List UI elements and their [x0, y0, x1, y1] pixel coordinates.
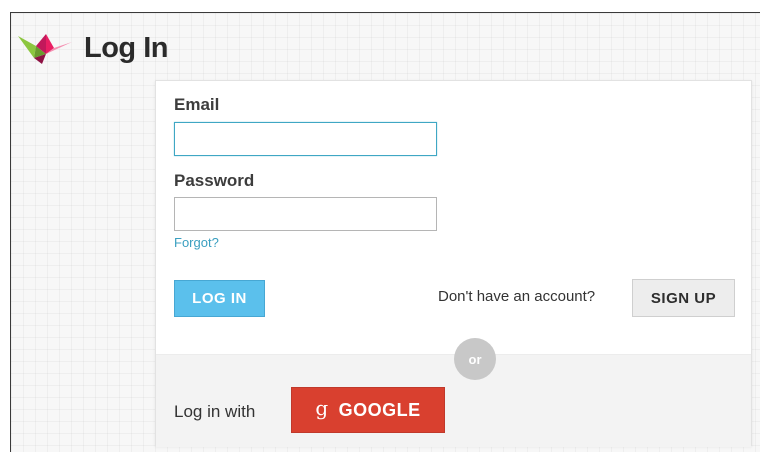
google-login-button[interactable]: g GOOGLE [291, 387, 445, 433]
page-title: Log In [84, 31, 168, 64]
google-button-label: GOOGLE [338, 399, 421, 420]
social-login-section: Log in with g GOOGLE [156, 354, 751, 447]
origami-crane-icon [18, 34, 72, 64]
no-account-text: Don't have an account? [438, 288, 596, 305]
login-card: Email Password Forgot? LOG IN Don't have… [155, 80, 752, 447]
login-button[interactable]: LOG IN [174, 280, 265, 317]
email-label: Email [174, 95, 220, 114]
google-g-icon: g [315, 396, 329, 420]
forgot-password-link[interactable]: Forgot? [174, 235, 219, 250]
or-divider-badge: or [454, 338, 496, 380]
signup-button[interactable]: SIGN UP [632, 279, 735, 317]
password-field[interactable] [174, 197, 437, 231]
password-label: Password [174, 171, 255, 190]
login-with-text: Log in with [174, 402, 256, 421]
page-header: Log In [16, 28, 168, 68]
email-field[interactable] [174, 122, 437, 156]
